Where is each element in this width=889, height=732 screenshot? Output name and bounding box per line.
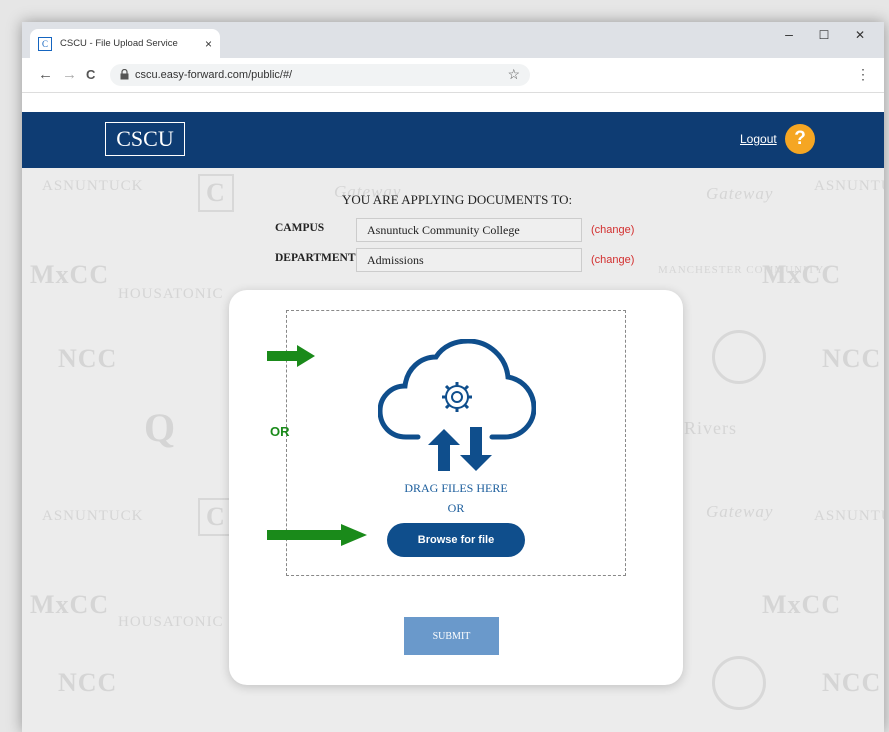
department-label: DEPARTMENT xyxy=(275,252,356,264)
back-icon[interactable]: ← xyxy=(38,66,53,83)
applying-title: YOU ARE APPLYING DOCUMENTS TO: xyxy=(342,192,573,207)
watermark-logo: MxCC xyxy=(762,590,842,619)
watermark-seal xyxy=(712,330,766,384)
url-text: cscu.easy-forward.com/public/#/ xyxy=(135,69,293,81)
cscu-logo: CSCU xyxy=(105,122,185,156)
lock-icon xyxy=(120,68,129,82)
watermark-logo: NCC xyxy=(58,344,118,373)
forward-icon[interactable]: → xyxy=(62,66,77,83)
watermark-logo: C xyxy=(198,174,234,212)
site-header: CSCU Logout ? xyxy=(22,112,884,168)
tab-title: CSCU - File Upload Service xyxy=(60,38,178,49)
watermark-logo: NCC xyxy=(58,668,118,697)
or-text: OR xyxy=(447,501,465,515)
tab-close-icon[interactable]: × xyxy=(205,37,212,51)
browser-window: C CSCU - File Upload Service × – ☐ ✕ ← →… xyxy=(22,22,884,732)
gear-icon xyxy=(442,382,472,412)
watermark-logo: Rivers xyxy=(684,418,737,438)
watermark-logo: HOUSATONIC xyxy=(118,286,224,302)
browse-for-file-button[interactable]: Browse for file xyxy=(387,523,525,557)
watermark-logo: MxCC xyxy=(762,260,842,289)
drag-files-text: DRAG FILES HERE xyxy=(404,481,508,495)
change-department-link[interactable]: (change) xyxy=(591,254,634,266)
reload-icon[interactable]: C xyxy=(86,67,95,82)
bookmark-star-icon[interactable]: ☆ xyxy=(507,66,520,83)
cloud-upload-icon xyxy=(378,339,536,471)
watermark-logo: Gateway xyxy=(706,184,774,203)
annotation-or-label: OR xyxy=(270,424,290,439)
campus-field: Asnuntuck Community College xyxy=(356,218,582,242)
browser-tab[interactable]: C CSCU - File Upload Service × xyxy=(30,29,220,58)
minimize-icon[interactable]: – xyxy=(777,26,801,42)
page-content: ASNUNTUCK C Gateway Gateway ASNUNTUCK Mx… xyxy=(22,168,884,732)
watermark-logo: Q xyxy=(144,405,177,450)
department-field: Admissions xyxy=(356,248,582,272)
watermark-logo: Gateway xyxy=(706,502,774,521)
browser-menu-icon[interactable]: ⋮ xyxy=(856,66,870,83)
campus-label: CAMPUS xyxy=(275,222,325,234)
help-icon[interactable]: ? xyxy=(785,124,815,154)
watermark-seal xyxy=(712,656,766,710)
watermark-logo: NCC xyxy=(822,344,882,373)
watermark-logo: MxCC xyxy=(30,590,110,619)
watermark-logo: ASNUNTUCK xyxy=(814,508,884,524)
address-bar[interactable]: cscu.easy-forward.com/public/#/ ☆ xyxy=(110,64,530,86)
logout-link[interactable]: Logout xyxy=(740,132,777,146)
watermark-logo: HOUSATONIC xyxy=(118,614,224,630)
watermark-logo: MxCC xyxy=(30,260,110,289)
watermark-logo: ASNUNTUCK xyxy=(42,178,144,194)
favicon-icon: C xyxy=(38,36,52,51)
submit-button[interactable]: SUBMIT xyxy=(404,617,499,655)
maximize-icon[interactable]: ☐ xyxy=(812,28,836,42)
green-arrow-icon xyxy=(267,524,367,546)
browser-toolbar: ← → C cscu.easy-forward.com/public/#/ ☆ … xyxy=(22,58,884,93)
close-window-icon[interactable]: ✕ xyxy=(848,28,872,42)
green-arrow-icon xyxy=(267,345,315,367)
tab-strip: C CSCU - File Upload Service × – ☐ ✕ xyxy=(22,22,884,58)
watermark-logo: NCC xyxy=(822,668,882,697)
watermark-logo: ASNUNTUCK xyxy=(814,178,884,194)
watermark-logo: ASNUNTUCK xyxy=(42,508,144,524)
change-campus-link[interactable]: (change) xyxy=(591,224,634,236)
